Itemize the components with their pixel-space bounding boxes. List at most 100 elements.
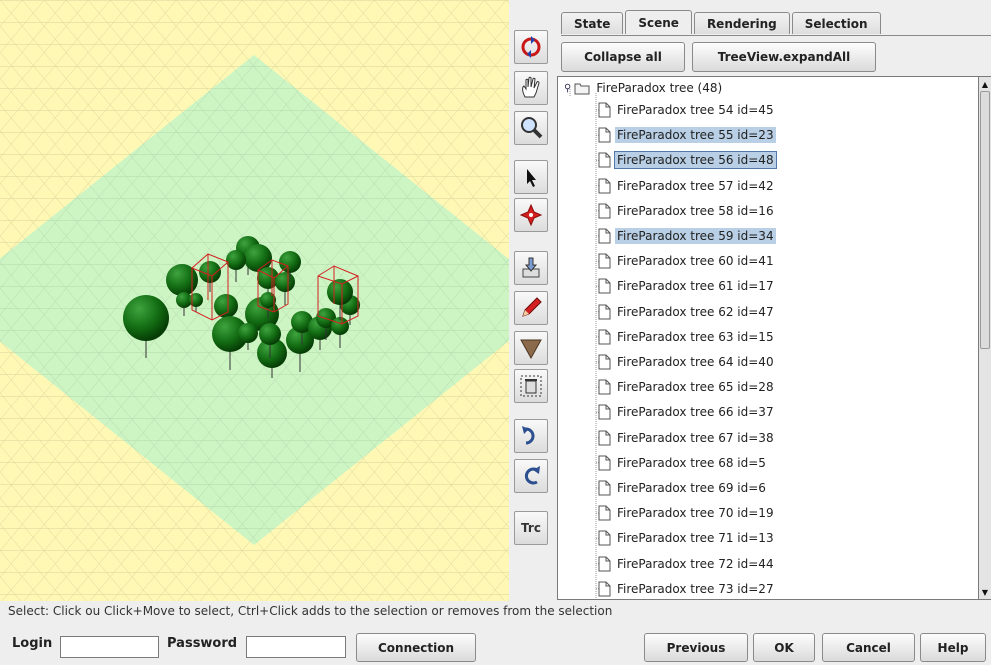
- tree-item-label: FireParadox tree 60 id=41: [617, 254, 774, 269]
- password-label: Password: [167, 636, 238, 651]
- tree-crown: [226, 250, 246, 270]
- document-icon: [598, 102, 611, 118]
- tree-item-label: FireParadox tree 57 id=42: [617, 178, 774, 193]
- tree-item-label: FireParadox tree 56 id=48: [614, 151, 777, 170]
- tree-item[interactable]: FireParadox tree 60 id=41: [598, 250, 776, 272]
- tree-crown: [238, 323, 258, 343]
- tree-item-label: FireParadox tree 63 id=15: [617, 329, 774, 344]
- ok-button[interactable]: OK: [753, 633, 815, 662]
- rotate-button[interactable]: [514, 30, 548, 64]
- redo-button[interactable]: [514, 419, 548, 453]
- tree-crown: [214, 294, 238, 318]
- scroll-thumb[interactable]: [980, 91, 990, 349]
- document-icon: [598, 329, 611, 345]
- tree-item[interactable]: FireParadox tree 56 id=48: [598, 149, 777, 171]
- tree-crown: [123, 295, 169, 341]
- delete-button[interactable]: [514, 369, 548, 403]
- tree-scrollbar[interactable]: ▲ ▼: [979, 76, 991, 600]
- scene-panel: State Scene Rendering Selection Collapse…: [555, 0, 991, 601]
- previous-button[interactable]: Previous: [644, 633, 748, 662]
- tree-item-label: FireParadox tree 54 id=45: [617, 103, 774, 117]
- document-icon: [598, 480, 611, 496]
- tree-item[interactable]: FireParadox tree 61 id=17: [598, 275, 776, 297]
- tree-item[interactable]: FireParadox tree 67 id=38: [598, 427, 776, 449]
- tree-item[interactable]: FireParadox tree 54 id=45: [598, 99, 776, 121]
- view-toolbar: Trc: [509, 0, 555, 601]
- tree-item-label: FireParadox tree 66 id=37: [617, 405, 774, 420]
- tree-item-label: FireParadox tree 65 id=28: [617, 380, 774, 395]
- status-message: Select: Click ou Click+Move to select, C…: [8, 604, 613, 618]
- tree-item[interactable]: FireParadox tree 73 id=27: [598, 578, 776, 599]
- document-icon: [598, 152, 611, 168]
- tree-item-label: FireParadox tree 62 id=47: [617, 304, 774, 319]
- help-button[interactable]: Help: [920, 633, 986, 662]
- login-label: Login: [12, 636, 53, 651]
- scene-canvas[interactable]: [0, 0, 509, 601]
- tree-item[interactable]: FireParadox tree 70 id=19: [598, 502, 776, 524]
- password-input[interactable]: [246, 636, 346, 658]
- tree-item[interactable]: FireParadox tree 58 id=16: [598, 200, 776, 222]
- tab-bar: State Scene Rendering Selection: [561, 10, 883, 35]
- triangle-button[interactable]: [514, 331, 548, 365]
- import-icon: [522, 257, 540, 278]
- tab-scene[interactable]: Scene: [625, 10, 692, 34]
- tree-item-label: FireParadox tree 59 id=34: [615, 228, 776, 244]
- edit-button[interactable]: [514, 291, 548, 325]
- tree-item[interactable]: FireParadox tree 62 id=47: [598, 301, 776, 323]
- document-icon: [598, 228, 611, 244]
- tree-item[interactable]: FireParadox tree 57 id=42: [598, 175, 776, 197]
- document-icon: [598, 304, 611, 320]
- tree-crown: [279, 251, 301, 273]
- refresh-button[interactable]: [514, 459, 548, 493]
- zoom-magnifier-icon: [521, 117, 543, 139]
- tree-item[interactable]: FireParadox tree 64 id=40: [598, 351, 776, 373]
- document-icon: [598, 404, 611, 420]
- import-button[interactable]: [514, 251, 548, 285]
- tree-item[interactable]: FireParadox tree 68 id=5: [598, 452, 768, 474]
- select-button[interactable]: [514, 160, 548, 194]
- scene-tree-view[interactable]: ⚲ FireParadox tree (48) FireParadox tree…: [557, 76, 979, 600]
- expand-all-button[interactable]: TreeView.expandAll: [692, 42, 876, 72]
- move-button[interactable]: [514, 198, 548, 232]
- document-icon: [598, 581, 611, 597]
- tab-selection[interactable]: Selection: [791, 12, 881, 34]
- tree-crown: [259, 323, 281, 345]
- scroll-up-arrow-icon[interactable]: ▲: [979, 77, 991, 91]
- tree-crown: [189, 293, 203, 307]
- cancel-button[interactable]: Cancel: [822, 633, 915, 662]
- scroll-down-arrow-icon[interactable]: ▼: [979, 585, 991, 599]
- connection-button[interactable]: Connection: [356, 633, 476, 662]
- tree-item-label: FireParadox tree 61 id=17: [617, 279, 774, 294]
- select-arrow-icon: [527, 169, 536, 187]
- document-icon: [598, 253, 611, 269]
- hand-pan-icon: [522, 76, 540, 98]
- tree-item-label: FireParadox tree 55 id=23: [615, 127, 776, 144]
- tree-item[interactable]: FireParadox tree 55 id=23: [598, 124, 776, 146]
- tab-state[interactable]: State: [561, 12, 624, 34]
- tree-item-label: FireParadox tree 73 id=27: [617, 581, 774, 596]
- tree-item-label: FireParadox tree 58 id=16: [617, 203, 774, 218]
- tree-item-label: FireParadox tree 67 id=38: [617, 430, 774, 445]
- tree-item[interactable]: FireParadox tree 69 id=6: [598, 477, 768, 499]
- tree-item[interactable]: FireParadox tree 66 id=37: [598, 401, 776, 423]
- login-input[interactable]: [60, 636, 159, 658]
- tree-item-label: FireParadox tree 71 id=13: [617, 531, 774, 546]
- tree-item-label: FireParadox tree 64 id=40: [617, 355, 774, 369]
- tree-item[interactable]: FireParadox tree 71 id=13: [598, 527, 776, 549]
- trc-button[interactable]: Trc: [514, 511, 548, 545]
- document-icon: [598, 505, 611, 521]
- scene-3d-viewport[interactable]: [0, 0, 510, 601]
- tree-item[interactable]: FireParadox tree 63 id=15: [598, 326, 776, 348]
- collapse-all-button[interactable]: Collapse all: [561, 42, 685, 72]
- document-icon: [598, 203, 611, 219]
- redo-icon: [522, 426, 535, 445]
- triangle-icon: [520, 339, 542, 360]
- tree-item[interactable]: FireParadox tree 65 id=28: [598, 376, 776, 398]
- document-icon: [598, 530, 611, 546]
- pan-button[interactable]: [514, 71, 548, 105]
- tree-item[interactable]: FireParadox tree 59 id=34: [598, 225, 776, 247]
- tab-rendering[interactable]: Rendering: [693, 12, 790, 34]
- tree-item[interactable]: FireParadox tree 72 id=44: [598, 553, 776, 575]
- refresh-icon: [524, 466, 540, 485]
- zoom-button[interactable]: [514, 111, 548, 145]
